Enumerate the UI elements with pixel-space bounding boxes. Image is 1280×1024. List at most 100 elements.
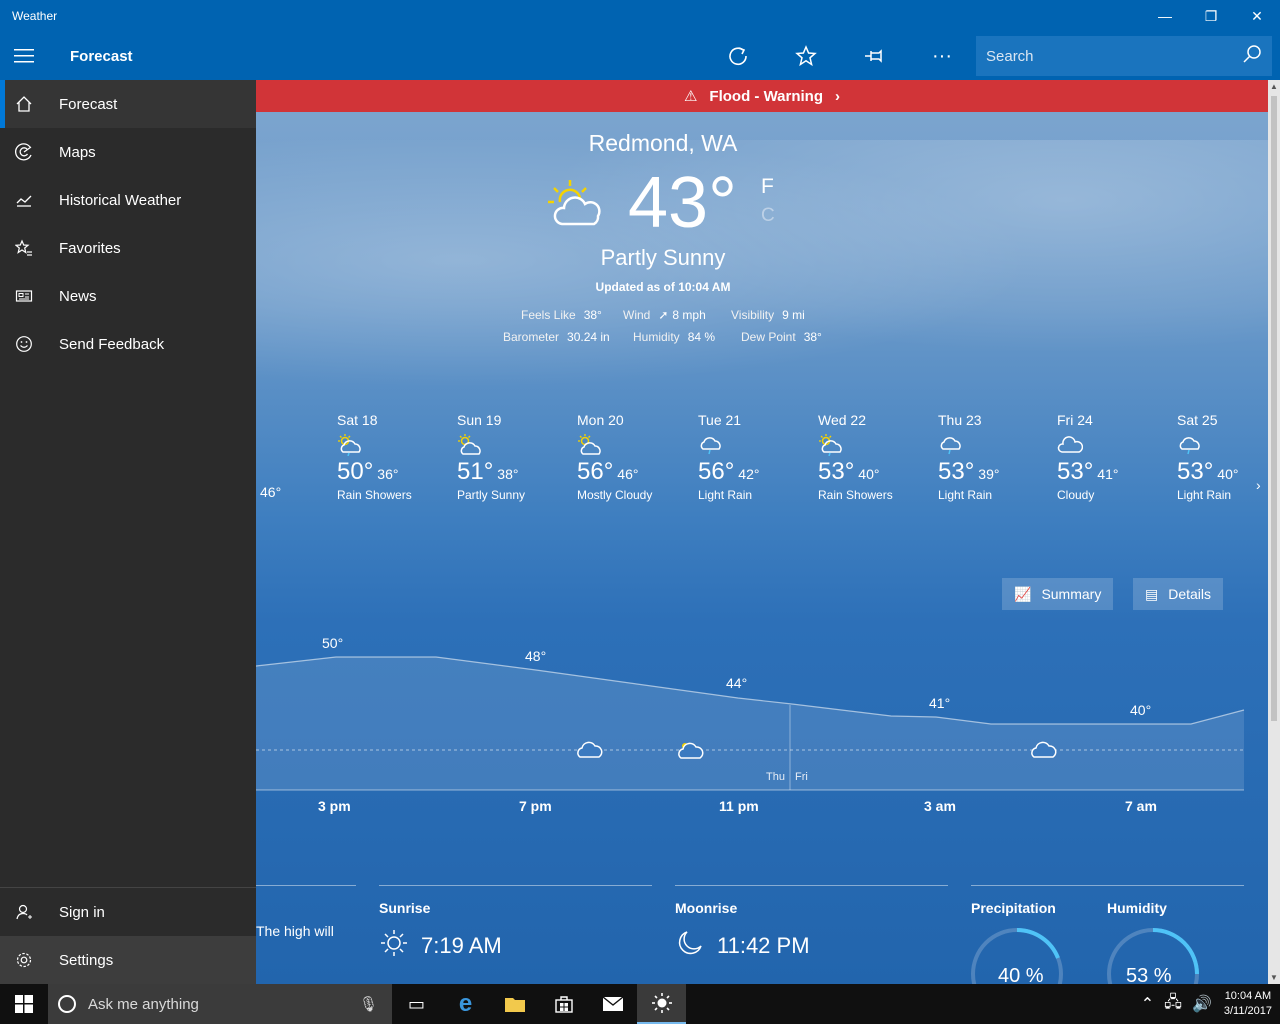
hourly-temp-label: 48°: [525, 648, 547, 664]
day-condition: Rain Showers: [818, 488, 893, 502]
chevron-right-icon[interactable]: ›: [1256, 477, 1261, 493]
daily-forecast-tile[interactable]: Wed 22 53° 40° Rain Showers: [818, 412, 928, 502]
scroll-down-icon[interactable]: ▼: [1268, 973, 1280, 982]
network-icon[interactable]: 🖧: [1164, 991, 1182, 1018]
visibility-value: 9 mi: [782, 308, 805, 322]
volume-icon[interactable]: 🔊: [1192, 994, 1212, 1014]
high-temp: 53°: [938, 458, 975, 485]
day-summary-text: The high will: [256, 923, 334, 939]
nav-pane: Forecast Maps Historical Weather Favorit…: [0, 80, 256, 984]
store-icon[interactable]: [539, 984, 588, 1024]
hourly-time-label: 11 pm: [719, 798, 759, 814]
sidebar-item-label: News: [59, 287, 97, 305]
weather-app-icon[interactable]: [637, 984, 686, 1024]
daily-forecast-tile[interactable]: Sat 18 50° 36° Rain Showers: [337, 412, 447, 502]
day-label: Wed 22: [818, 412, 866, 428]
low-temp: 38°: [497, 466, 519, 482]
search-input[interactable]: [986, 47, 1242, 65]
scroll-up-icon[interactable]: ▲: [1268, 82, 1280, 91]
high-temp: 51°: [457, 458, 494, 485]
day-condition: Partly Sunny: [457, 488, 526, 502]
hourly-time-label: 3 pm: [318, 798, 351, 814]
day-label: Sat 25: [1177, 412, 1218, 428]
daily-forecast-tile[interactable]: Sun 19 51° 38° Partly Sunny: [457, 412, 567, 502]
sun-icon: [379, 928, 409, 964]
section-divider: [971, 885, 1244, 886]
daily-forecast-tile[interactable]: Sat 25 53° 40° Light Rain: [1177, 412, 1268, 502]
details-button[interactable]: ▤ Details: [1133, 578, 1224, 610]
wind-value: 8 mph: [672, 308, 706, 322]
search-box[interactable]: [976, 36, 1272, 76]
daily-forecast-tile[interactable]: Fri 24 53° 41° Cloudy: [1057, 412, 1167, 502]
humidity: Humidity 84 %: [633, 330, 715, 344]
sun-cloud-icon: [457, 434, 567, 458]
hourly-time-label: 7 pm: [519, 798, 552, 814]
high-temp: 53°: [1177, 458, 1214, 485]
close-button[interactable]: ✕: [1234, 0, 1280, 32]
day-label: Tue 21: [698, 412, 742, 428]
microphone-icon[interactable]: 🎙: [359, 995, 378, 1013]
restore-button[interactable]: ❐: [1188, 0, 1234, 32]
news-icon: [0, 287, 48, 305]
sidebar-item-forecast[interactable]: Forecast: [0, 80, 256, 128]
chevron-up-icon[interactable]: ⌃: [1141, 994, 1154, 1014]
hourly-temp-label: 44°: [726, 675, 748, 691]
low-temp: 40°: [858, 466, 880, 482]
favorite-star-icon[interactable]: [772, 32, 840, 80]
humidity-label: Humidity: [633, 330, 680, 344]
line-chart-icon: 📈: [1014, 585, 1032, 602]
sidebar-item-label: Maps: [59, 143, 96, 161]
edge-browser-icon[interactable]: e: [441, 984, 490, 1024]
task-view-icon[interactable]: ▭: [392, 984, 441, 1024]
day-condition: Light Rain: [1177, 488, 1232, 502]
day-condition: Cloudy: [1057, 488, 1095, 502]
high-temp: 56°: [698, 458, 735, 485]
hamburger-menu-icon[interactable]: [0, 32, 48, 80]
rain-icon: [1177, 434, 1268, 458]
daily-forecast-tile[interactable]: Mon 20 56° 46° Mostly Cloudy: [577, 412, 687, 502]
windows-start-icon[interactable]: [0, 984, 48, 1024]
section-divider: [379, 885, 652, 886]
refresh-icon[interactable]: [704, 32, 772, 80]
barometer-value: 30.24 in: [567, 330, 610, 344]
sidebar-item-historical-weather[interactable]: Historical Weather: [0, 176, 256, 224]
details-label: Details: [1168, 586, 1212, 602]
unit-fahrenheit[interactable]: F: [761, 175, 774, 199]
page-title: Forecast: [70, 47, 133, 65]
sidebar-item-news[interactable]: News: [0, 272, 256, 320]
unit-celsius[interactable]: C: [761, 205, 775, 227]
scrollbar-thumb[interactable]: [1271, 96, 1277, 721]
sidebar-item-maps[interactable]: Maps: [0, 128, 256, 176]
dew-point-value: 38°: [803, 330, 822, 344]
wind-direction-icon: ➚: [658, 308, 669, 322]
sunrise: 7:19 AM: [379, 928, 502, 964]
star-list-icon: [0, 239, 48, 257]
search-icon[interactable]: [1242, 44, 1262, 69]
sidebar-item-settings[interactable]: Settings: [0, 936, 256, 984]
rain-icon: [938, 434, 1048, 458]
file-explorer-icon[interactable]: [490, 984, 539, 1024]
sidebar-item-favorites[interactable]: Favorites: [0, 224, 256, 272]
sidebar-item-label: Forecast: [59, 95, 118, 113]
vertical-scrollbar[interactable]: ▲ ▼: [1268, 80, 1280, 984]
cortana-search-box[interactable]: Ask me anything 🎙: [48, 984, 392, 1024]
more-options-icon[interactable]: ···: [908, 32, 976, 80]
low-temp: 36°: [377, 466, 399, 482]
system-clock[interactable]: 10:04 AM 3/11/2017: [1224, 989, 1272, 1019]
pin-icon[interactable]: [840, 32, 908, 80]
mail-icon[interactable]: [588, 984, 637, 1024]
day-label: Fri 24: [1057, 412, 1093, 428]
sidebar-item-sign-in[interactable]: Sign in: [0, 888, 256, 936]
daily-forecast-tile[interactable]: Tue 21 56° 42° Light Rain: [698, 412, 808, 502]
summary-button[interactable]: 📈 Summary: [1002, 578, 1114, 610]
moonrise-time: 11:42 PM: [717, 933, 810, 958]
sidebar-item-send-feedback[interactable]: Send Feedback: [0, 320, 256, 368]
daily-forecast-tile[interactable]: Thu 23 53° 39° Light Rain: [938, 412, 1048, 502]
minimize-button[interactable]: —: [1142, 0, 1188, 32]
forecast-content: ⚠ Flood - Warning › Redmond, WA 43° F C …: [256, 80, 1268, 984]
smiley-icon: [0, 335, 48, 353]
flood-warning-banner[interactable]: ⚠ Flood - Warning ›: [256, 80, 1268, 112]
wind-label: Wind: [623, 308, 651, 322]
high-temp: 53°: [818, 458, 855, 485]
day-divider-left: Thu: [766, 771, 785, 783]
